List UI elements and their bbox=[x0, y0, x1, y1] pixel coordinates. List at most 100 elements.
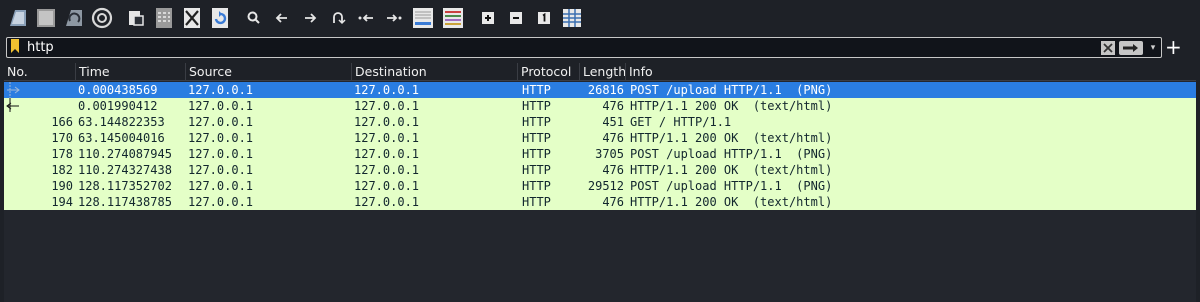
request-relation-icon bbox=[7, 82, 20, 98]
cell-source: 127.0.0.1 bbox=[188, 179, 254, 193]
cell-destination: 127.0.0.1 bbox=[354, 147, 420, 161]
go-back-button[interactable] bbox=[270, 6, 294, 30]
table-row[interactable]: 190 128.117352702 127.0.0.1 127.0.0.1 HT… bbox=[4, 178, 1196, 194]
main-toolbar bbox=[0, 0, 1200, 36]
resize-columns-button[interactable] bbox=[560, 6, 584, 30]
cell-length: 3705 bbox=[595, 147, 624, 161]
cell-no: 10 bbox=[4, 82, 76, 98]
table-row[interactable]: 178 110.274087945 127.0.0.1 127.0.0.1 HT… bbox=[4, 146, 1196, 162]
normal-size-button[interactable] bbox=[532, 6, 556, 30]
go-to-packet-icon bbox=[330, 10, 346, 26]
find-packet-icon bbox=[246, 10, 262, 26]
cell-no: 170 bbox=[51, 131, 73, 145]
table-row[interactable]: 182 110.274327438 127.0.0.1 127.0.0.1 HT… bbox=[4, 162, 1196, 178]
start-capture-icon bbox=[7, 7, 29, 29]
cell-destination: 127.0.0.1 bbox=[354, 195, 420, 209]
save-file-icon bbox=[154, 7, 174, 29]
cell-length: 476 bbox=[602, 131, 624, 145]
cell-destination: 127.0.0.1 bbox=[354, 179, 420, 193]
zoom-in-button[interactable] bbox=[476, 6, 500, 30]
cell-source: 127.0.0.1 bbox=[188, 83, 254, 97]
cell-no: 14 bbox=[4, 98, 76, 114]
cell-info: GET / HTTP/1.1 bbox=[630, 115, 732, 129]
stop-capture-button[interactable] bbox=[34, 6, 58, 30]
cell-no: 182 bbox=[51, 163, 73, 177]
cell-time: 63.144822353 bbox=[78, 115, 165, 129]
cell-length: 451 bbox=[602, 115, 624, 129]
table-row[interactable]: 10 0.000438569 127.0.0.1 127.0.0.1 HTTP … bbox=[4, 82, 1196, 98]
close-file-button[interactable] bbox=[180, 6, 204, 30]
table-row[interactable]: 14 0.001990412 127.0.0.1 127.0.0.1 HTTP … bbox=[4, 98, 1196, 114]
cell-source: 127.0.0.1 bbox=[188, 163, 254, 177]
save-file-button[interactable] bbox=[152, 6, 176, 30]
table-row[interactable]: 166 63.144822353 127.0.0.1 127.0.0.1 HTT… bbox=[4, 114, 1196, 130]
cell-info: POST /upload HTTP/1.1 (PNG) bbox=[630, 179, 833, 193]
open-file-button[interactable] bbox=[124, 6, 148, 30]
normal-size-icon bbox=[537, 11, 551, 25]
cell-destination: 127.0.0.1 bbox=[354, 115, 420, 129]
resize-columns-icon bbox=[562, 8, 582, 28]
cell-protocol: HTTP bbox=[522, 99, 551, 113]
table-row[interactable]: 170 63.145004016 127.0.0.1 127.0.0.1 HTT… bbox=[4, 130, 1196, 146]
display-filter-input[interactable] bbox=[23, 38, 1101, 57]
cell-protocol: HTTP bbox=[522, 83, 551, 97]
cell-no: 178 bbox=[51, 147, 73, 161]
cell-time: 0.001990412 bbox=[78, 99, 158, 113]
display-filter-bar: ▾ bbox=[6, 37, 1162, 58]
cell-destination: 127.0.0.1 bbox=[354, 83, 420, 97]
table-row[interactable]: 194 128.117438785 127.0.0.1 127.0.0.1 HT… bbox=[4, 194, 1196, 210]
cell-info: POST /upload HTTP/1.1 (PNG) bbox=[630, 83, 833, 97]
find-packet-button[interactable] bbox=[242, 6, 266, 30]
go-first-packet-icon bbox=[357, 10, 375, 26]
response-relation-icon bbox=[6, 98, 19, 112]
go-to-packet-button[interactable] bbox=[326, 6, 350, 30]
column-header-time[interactable]: Time bbox=[76, 62, 186, 81]
apply-filter-button[interactable] bbox=[1119, 38, 1143, 57]
column-header-info[interactable]: Info bbox=[626, 63, 1196, 81]
arrow-right-icon bbox=[1122, 38, 1140, 57]
colorize-button[interactable] bbox=[440, 6, 466, 30]
filter-history-dropdown[interactable]: ▾ bbox=[1147, 41, 1159, 55]
cell-length: 26816 bbox=[587, 83, 624, 97]
go-first-packet-button[interactable] bbox=[354, 6, 378, 30]
column-header-source[interactable]: Source bbox=[186, 62, 352, 81]
cell-destination: 127.0.0.1 bbox=[354, 163, 420, 177]
auto-scroll-icon bbox=[412, 7, 434, 29]
column-header-length[interactable]: Length bbox=[580, 62, 626, 81]
wireshark-window: ▾ + No. Time Source Destination Protocol… bbox=[0, 0, 1200, 302]
reload-file-button[interactable] bbox=[208, 6, 232, 30]
restart-capture-icon bbox=[63, 7, 85, 29]
start-capture-button[interactable] bbox=[6, 6, 30, 30]
restart-capture-button[interactable] bbox=[62, 6, 86, 30]
go-last-packet-icon bbox=[385, 10, 403, 26]
column-header-no[interactable]: No. bbox=[4, 62, 76, 81]
clear-icon bbox=[1103, 38, 1113, 57]
stop-capture-icon bbox=[35, 7, 57, 29]
cell-info: POST /upload HTTP/1.1 (PNG) bbox=[630, 147, 833, 161]
zoom-out-button[interactable] bbox=[504, 6, 528, 30]
zoom-in-icon bbox=[481, 11, 495, 25]
add-filter-button[interactable]: + bbox=[1165, 37, 1182, 57]
chevron-down-icon: ▾ bbox=[1150, 42, 1156, 53]
go-forward-button[interactable] bbox=[298, 6, 322, 30]
cell-length: 476 bbox=[602, 195, 624, 209]
go-last-packet-button[interactable] bbox=[382, 6, 406, 30]
clear-filter-button[interactable] bbox=[1101, 38, 1115, 57]
capture-options-button[interactable] bbox=[90, 6, 114, 30]
cell-length: 476 bbox=[602, 163, 624, 177]
capture-options-icon bbox=[91, 7, 113, 29]
cell-source: 127.0.0.1 bbox=[188, 195, 254, 209]
auto-scroll-button[interactable] bbox=[410, 6, 436, 30]
packet-list: No. Time Source Destination Protocol Len… bbox=[4, 62, 1196, 302]
cell-no: 166 bbox=[51, 115, 73, 129]
column-header-destination[interactable]: Destination bbox=[352, 62, 518, 81]
column-header-protocol[interactable]: Protocol bbox=[518, 62, 580, 81]
cell-time: 128.117352702 bbox=[78, 179, 172, 193]
filter-bookmark-button[interactable] bbox=[7, 38, 23, 57]
cell-time: 110.274327438 bbox=[78, 163, 172, 177]
cell-protocol: HTTP bbox=[522, 147, 551, 161]
cell-source: 127.0.0.1 bbox=[188, 115, 254, 129]
go-forward-icon bbox=[302, 10, 318, 26]
cell-source: 127.0.0.1 bbox=[188, 131, 254, 145]
go-back-icon bbox=[274, 10, 290, 26]
